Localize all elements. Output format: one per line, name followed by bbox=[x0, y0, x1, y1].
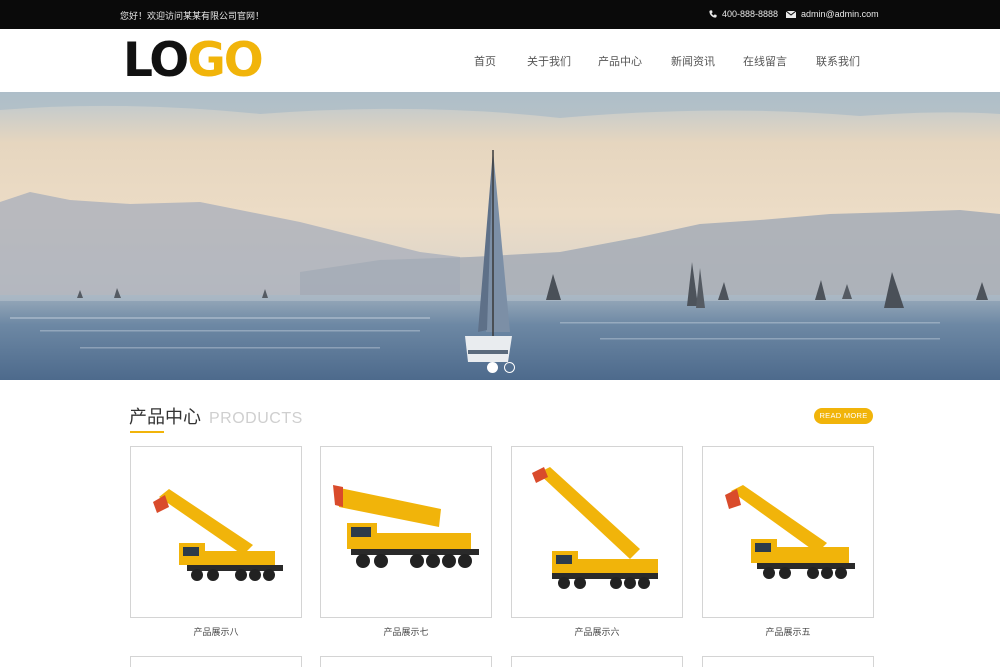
product-caption[interactable]: 产品展示六 bbox=[511, 625, 683, 638]
top-bar: 您好！欢迎访问某某有限公司官网！ 400-888-8888 admin@admi… bbox=[0, 0, 1000, 29]
product-card[interactable] bbox=[320, 446, 492, 618]
phone-icon bbox=[709, 10, 717, 18]
products-title: 产品中心 bbox=[129, 407, 201, 427]
email-contact[interactable]: admin@admin.com bbox=[786, 9, 879, 19]
crane-truck-image bbox=[725, 485, 855, 579]
welcome-text: 您好！欢迎访问某某有限公司官网！ bbox=[120, 11, 265, 21]
product-caption[interactable]: 产品展示八 bbox=[130, 625, 302, 638]
product-card-next-row[interactable] bbox=[320, 656, 492, 667]
site-header: LO GO 首页 关于我们 产品中心 新闻资讯 在线留言 联系我们 bbox=[0, 29, 1000, 92]
nav-item-products[interactable]: 产品中心 bbox=[598, 53, 642, 69]
nav-item-about[interactable]: 关于我们 bbox=[527, 53, 571, 69]
main-nav: 首页 关于我们 产品中心 新闻资讯 在线留言 联系我们 bbox=[0, 53, 1000, 69]
product-card-next-row[interactable] bbox=[130, 656, 302, 667]
title-underline bbox=[130, 431, 164, 433]
product-card[interactable] bbox=[702, 446, 874, 618]
product-card-next-row[interactable] bbox=[702, 656, 874, 667]
phone-number: 400-888-8888 bbox=[722, 9, 779, 19]
carousel-dot-1[interactable] bbox=[487, 362, 498, 373]
mail-icon bbox=[786, 10, 796, 18]
nav-item-news[interactable]: 新闻资讯 bbox=[671, 53, 715, 69]
email-address[interactable]: admin@admin.com bbox=[801, 9, 879, 19]
carousel-dot-2[interactable] bbox=[504, 362, 515, 373]
product-caption[interactable]: 产品展示七 bbox=[320, 625, 492, 638]
phone-contact: 400-888-8888 bbox=[709, 9, 778, 19]
products-section-title: 产品中心 PRODUCTS bbox=[129, 403, 303, 429]
products-title-en: PRODUCTS bbox=[209, 410, 303, 427]
carousel-dots bbox=[0, 362, 1000, 374]
nav-item-contact[interactable]: 联系我们 bbox=[816, 53, 860, 69]
crane-truck-image bbox=[333, 485, 479, 568]
crane-truck-image bbox=[532, 467, 658, 589]
nav-item-home[interactable]: 首页 bbox=[474, 53, 496, 69]
crane-truck-image bbox=[153, 489, 283, 581]
hero-banner[interactable] bbox=[0, 92, 1000, 380]
product-card[interactable] bbox=[511, 446, 683, 618]
product-caption[interactable]: 产品展示五 bbox=[702, 625, 874, 638]
product-card-next-row[interactable] bbox=[511, 656, 683, 667]
read-more-button[interactable]: READ MORE bbox=[814, 408, 873, 424]
nav-item-message[interactable]: 在线留言 bbox=[743, 53, 787, 69]
banner-image bbox=[0, 92, 1000, 380]
product-card[interactable] bbox=[130, 446, 302, 618]
